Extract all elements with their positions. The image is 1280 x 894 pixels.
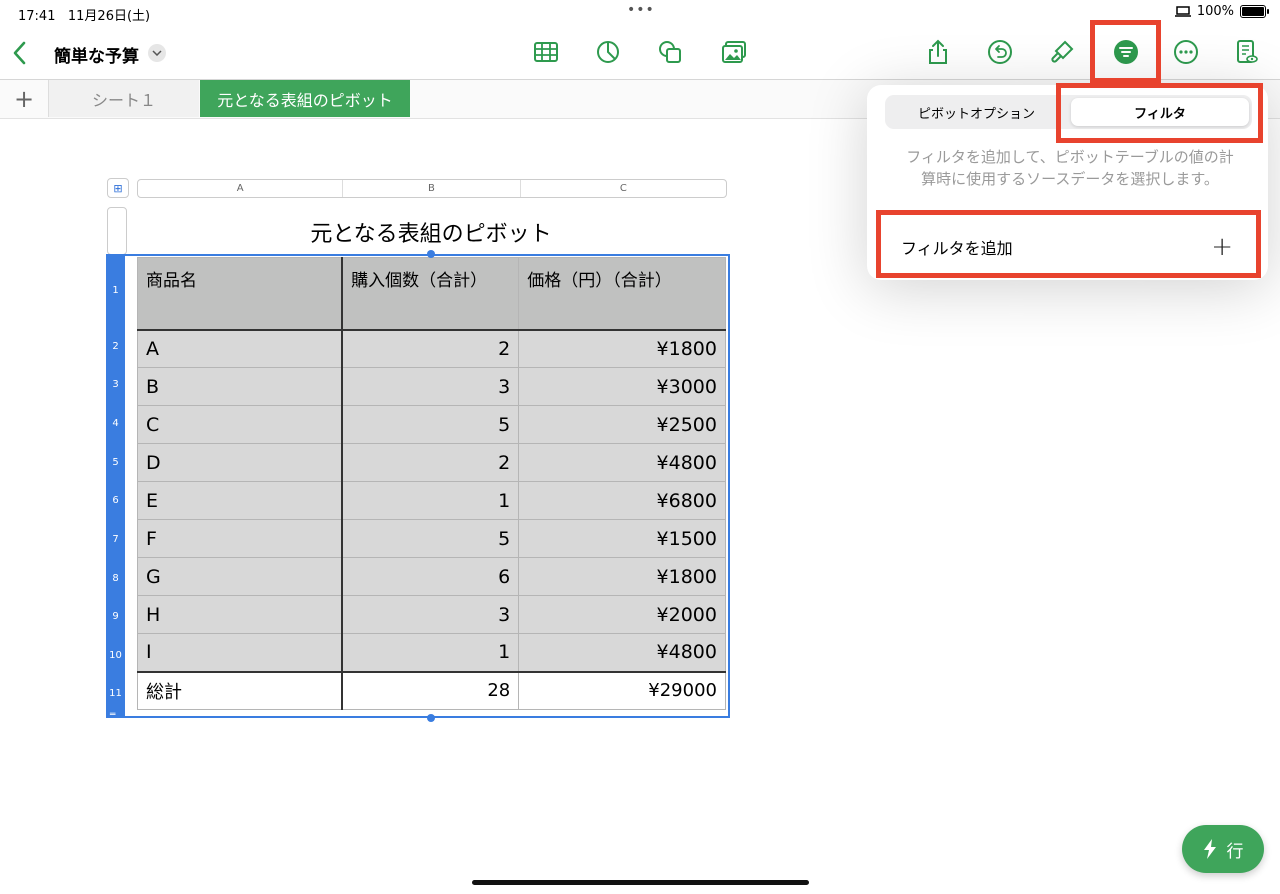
format-button[interactable] (1046, 36, 1078, 68)
column-header-b[interactable]: B (343, 180, 521, 197)
back-chevron-icon (13, 41, 26, 65)
table-icon (534, 42, 558, 62)
multitasking-dots-icon[interactable]: ••• (627, 2, 655, 18)
tab-sheet1[interactable]: シート１ (49, 80, 199, 117)
table-resize-handle-top[interactable] (427, 250, 435, 258)
more-button[interactable] (1170, 36, 1202, 68)
column-header-bar: A B C (137, 179, 727, 198)
format-brush-icon (1051, 40, 1074, 63)
more-icon (1174, 40, 1198, 64)
tab-pivot[interactable]: 元となる表組のピボット (200, 80, 410, 117)
media-icon (722, 41, 746, 63)
lightning-icon (1203, 839, 1216, 859)
insert-table-button[interactable] (530, 36, 562, 68)
document-title[interactable]: 簡単な予算 (54, 42, 139, 67)
quick-action-label: 行 (1226, 841, 1244, 862)
highlight-organize-button (1090, 20, 1161, 83)
highlight-filter-tab (1056, 83, 1263, 143)
document-menu-chevron-icon[interactable] (148, 44, 166, 62)
screen-mirroring-icon (1174, 6, 1191, 17)
highlight-add-filter (876, 210, 1261, 278)
back-button[interactable] (10, 38, 34, 68)
add-sheet-button[interactable]: + (0, 80, 49, 117)
insert-media-button[interactable] (718, 36, 750, 68)
table-selection-border (106, 254, 730, 718)
shapes-icon (659, 41, 681, 63)
document-options-button[interactable] (1230, 36, 1262, 68)
share-icon (929, 39, 947, 64)
battery-percent: 100% (1196, 4, 1234, 19)
table-title[interactable]: 元となる表組のピボット (137, 216, 725, 248)
share-button[interactable] (922, 36, 954, 68)
battery-icon (1240, 5, 1269, 18)
home-indicator[interactable] (472, 880, 809, 885)
doc-options-icon (1237, 40, 1258, 63)
quick-action-button[interactable]: 行 (1182, 825, 1264, 873)
insert-shape-button[interactable] (654, 36, 686, 68)
table-resize-handle-bottom[interactable] (427, 714, 435, 722)
chart-icon (597, 41, 619, 63)
column-header-a[interactable]: A (138, 180, 344, 197)
row-header-stub (107, 207, 127, 255)
undo-button[interactable] (984, 36, 1016, 68)
status-time: 17:41 11月26日(土) (18, 9, 151, 24)
undo-icon (988, 40, 1012, 64)
table-corner-icon[interactable]: ⊞ (107, 178, 129, 198)
column-header-c[interactable]: C (521, 180, 726, 197)
popover-description: フィルタを追加して、ピボットテーブルの値の計算時に使用するソースデータを選択しま… (906, 148, 1234, 188)
tab-pivot-options[interactable]: ピボットオプション (885, 95, 1068, 129)
insert-chart-button[interactable] (592, 36, 624, 68)
status-right: 100% (1174, 4, 1269, 19)
